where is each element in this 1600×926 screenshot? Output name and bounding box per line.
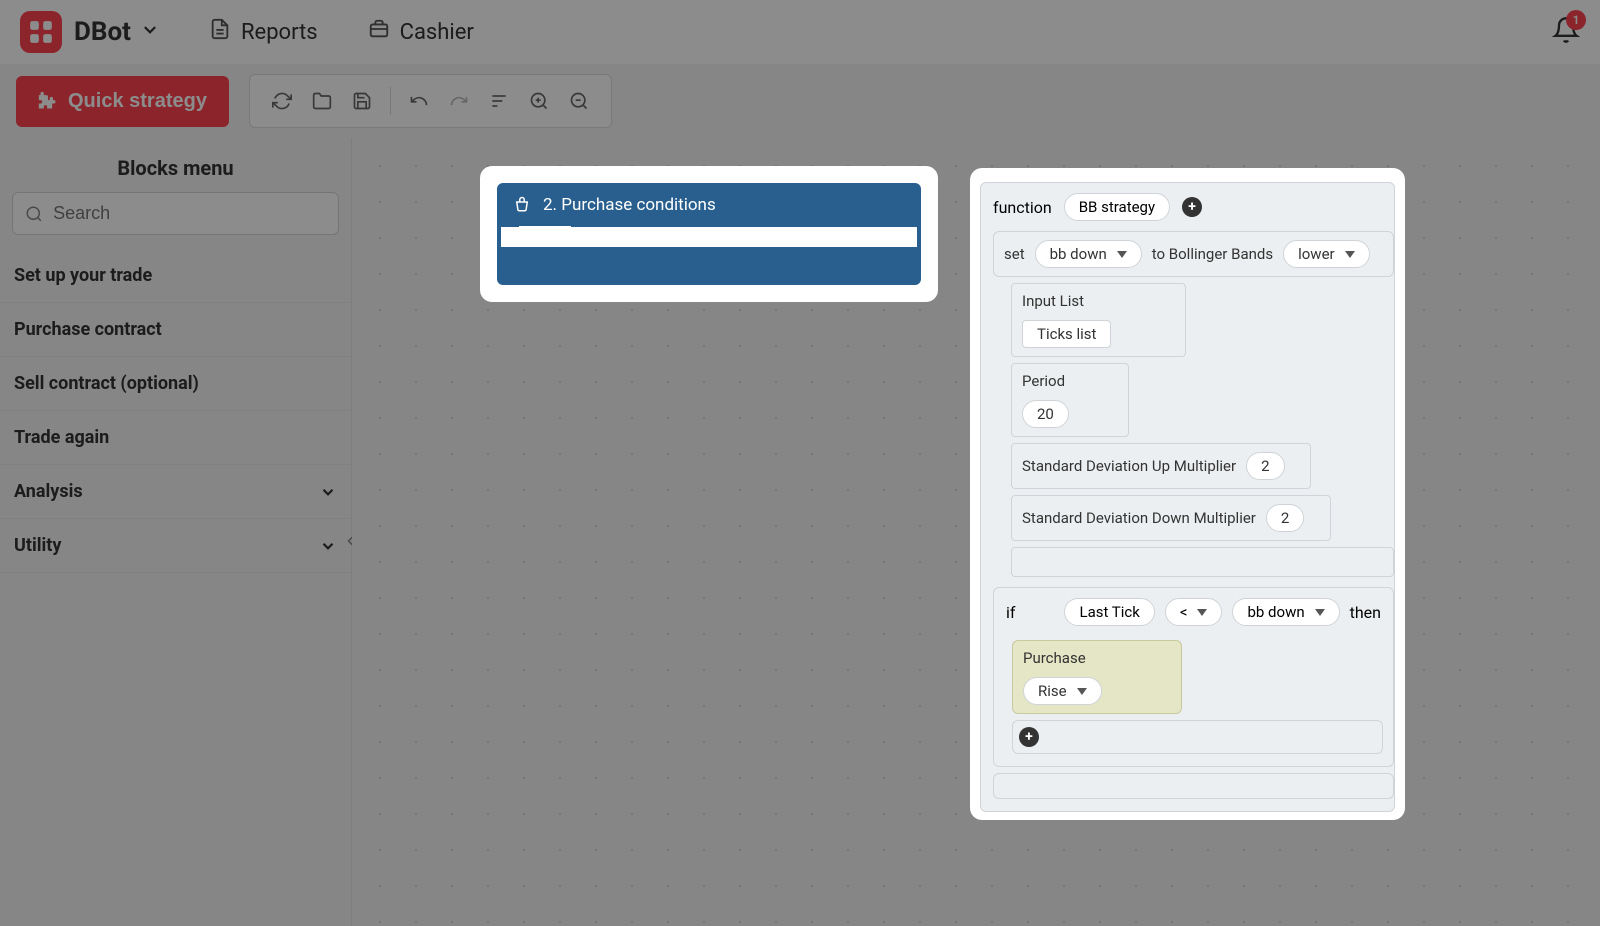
function-name-field[interactable]: BB strategy xyxy=(1064,193,1170,221)
chevron-down-icon xyxy=(1345,251,1355,258)
ticks-list-value[interactable]: Ticks list xyxy=(1022,320,1111,348)
add-param-button[interactable]: + xyxy=(1182,197,1202,217)
last-tick-value[interactable]: Last Tick xyxy=(1064,598,1154,626)
input-list-block[interactable]: Input List Ticks list xyxy=(1011,283,1186,357)
std-up-block[interactable]: Standard Deviation Up Multiplier 2 xyxy=(1011,443,1311,489)
std-up-value[interactable]: 2 xyxy=(1246,452,1284,480)
else-slot[interactable]: + xyxy=(1012,720,1383,754)
set-var-dropdown[interactable]: bb down xyxy=(1035,240,1142,268)
purchase-conditions-title: 2. Purchase conditions xyxy=(543,195,716,215)
empty-slot[interactable] xyxy=(993,773,1394,799)
std-down-block[interactable]: Standard Deviation Down Multiplier 2 xyxy=(1011,495,1331,541)
operator-dropdown[interactable]: < xyxy=(1165,598,1223,626)
set-block[interactable]: set bb down to Bollinger Bands lower xyxy=(993,231,1394,277)
purchase-block[interactable]: Purchase Rise xyxy=(1012,640,1182,714)
add-else-button[interactable]: + xyxy=(1019,727,1039,747)
bb-strategy-block[interactable]: function BB strategy + set bb down to Bo… xyxy=(970,168,1405,820)
period-block[interactable]: Period 20 xyxy=(1011,363,1129,437)
chevron-down-icon xyxy=(1117,251,1127,258)
compare-var-dropdown[interactable]: bb down xyxy=(1232,598,1339,626)
basket-icon xyxy=(513,196,531,214)
std-down-value[interactable]: 2 xyxy=(1266,504,1304,532)
empty-slot[interactable] xyxy=(1011,547,1394,577)
purchase-type-dropdown[interactable]: Rise xyxy=(1023,677,1102,705)
chevron-down-icon xyxy=(1077,688,1087,695)
if-block[interactable]: if Last Tick < bb down then Purchase Ris… xyxy=(993,587,1394,767)
function-keyword: function xyxy=(993,198,1052,217)
period-value[interactable]: 20 xyxy=(1022,400,1069,428)
chevron-down-icon xyxy=(1315,609,1325,616)
purchase-conditions-block[interactable]: 2. Purchase conditions xyxy=(480,166,938,302)
band-dropdown[interactable]: lower xyxy=(1283,240,1370,268)
chevron-down-icon xyxy=(1197,609,1207,616)
